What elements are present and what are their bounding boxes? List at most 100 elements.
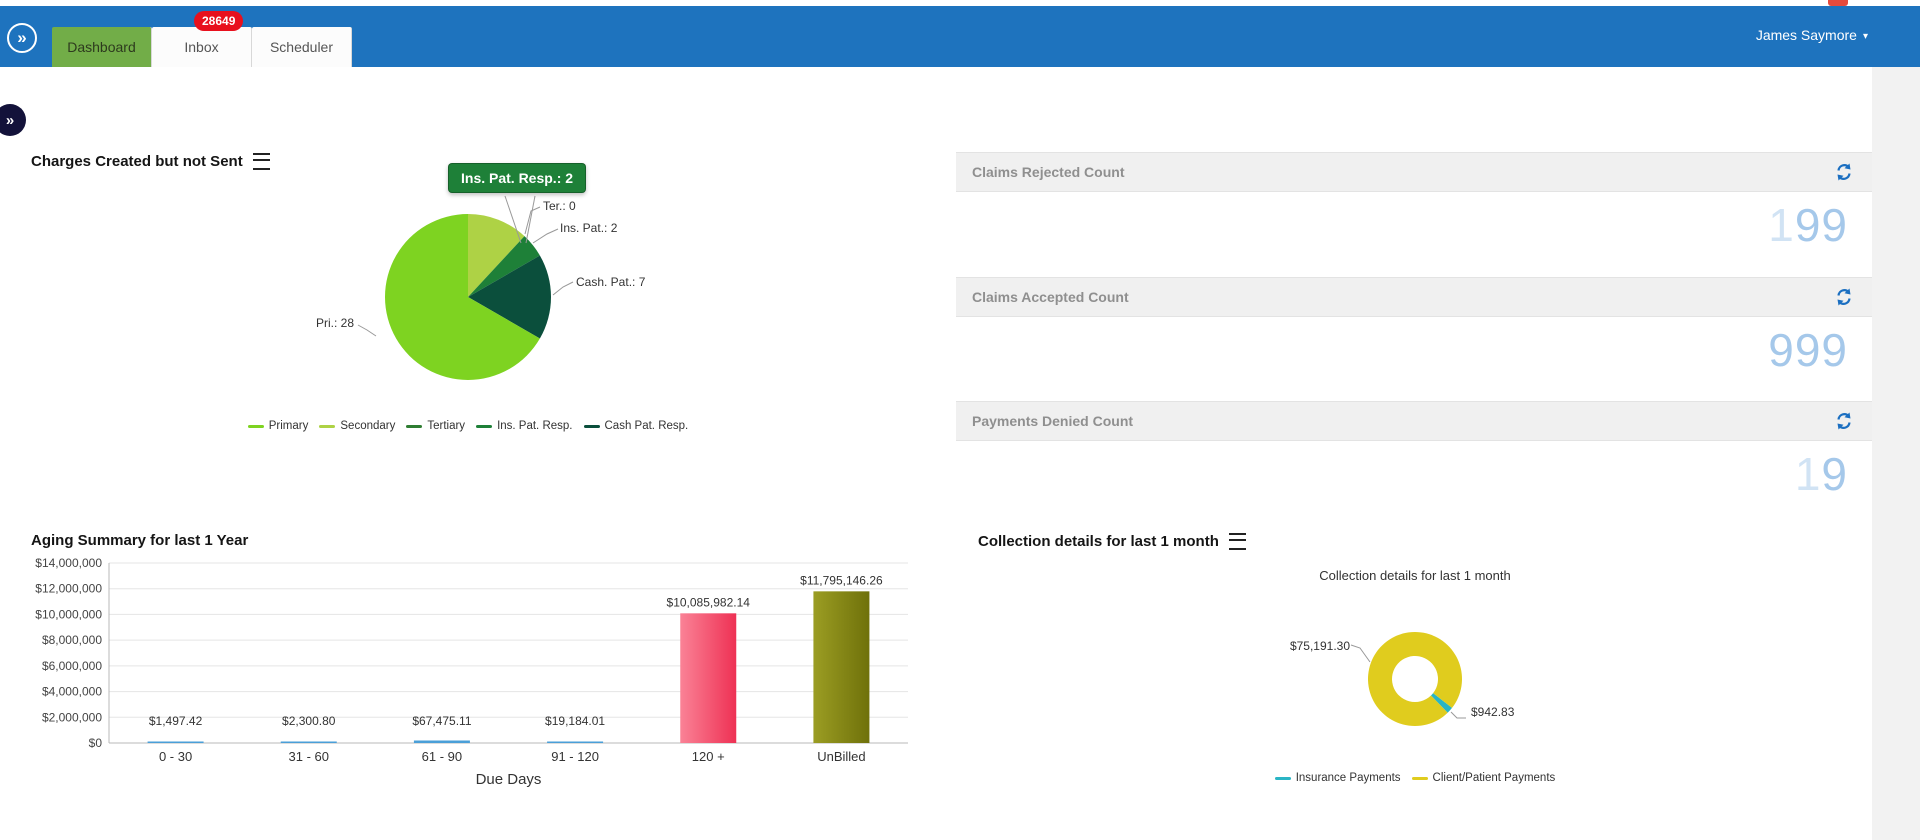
donut-legend: Insurance Payments Client/Patient Payment… bbox=[1245, 772, 1585, 784]
refresh-icon[interactable] bbox=[1834, 162, 1854, 182]
legend-swatch bbox=[476, 424, 493, 428]
panel-count: 99 bbox=[1794, 199, 1848, 251]
tab-inbox[interactable]: Inbox bbox=[152, 27, 252, 67]
svg-text:$2,300.80: $2,300.80 bbox=[282, 714, 336, 728]
svg-text:91 - 120: 91 - 120 bbox=[551, 749, 599, 764]
svg-text:$6,000,000: $6,000,000 bbox=[42, 659, 102, 673]
svg-text:61 - 90: 61 - 90 bbox=[422, 749, 462, 764]
aging-bar-chart[interactable]: $0 $2,000,000 $4,000,000 $6,000,000 $8,000,0… bbox=[30, 554, 920, 804]
section-title-text: Charges Created but not Sent bbox=[31, 153, 243, 170]
panel-value: 999 bbox=[956, 317, 1872, 373]
pie-callout-tertiary: Ter.: 0 bbox=[543, 199, 576, 213]
menu-icon[interactable] bbox=[252, 153, 270, 170]
aging-title-row: Aging Summary for last 1 Year bbox=[31, 532, 248, 549]
legend-item[interactable]: Ins. Pat. Resp. bbox=[476, 420, 573, 432]
panel-header: Claims Accepted Count bbox=[956, 277, 1872, 317]
legend-swatch bbox=[319, 424, 336, 428]
panel-header: Payments Denied Count bbox=[956, 401, 1872, 441]
svg-text:$67,475.11: $67,475.11 bbox=[412, 714, 471, 728]
svg-text:$2,000,000: $2,000,000 bbox=[42, 710, 102, 724]
svg-text:$11,795,146.26: $11,795,146.26 bbox=[800, 573, 883, 587]
svg-text:UnBilled: UnBilled bbox=[817, 749, 865, 764]
refresh-icon[interactable] bbox=[1834, 411, 1854, 431]
legend-swatch bbox=[583, 424, 600, 428]
legend-label: Primary bbox=[268, 420, 309, 432]
pie-callout-cash-pat: Cash. Pat.: 7 bbox=[576, 275, 646, 289]
panel-ghost-digit: 1 bbox=[1768, 199, 1795, 251]
svg-text:$10,085,982.14: $10,085,982.14 bbox=[667, 595, 751, 609]
refresh-icon[interactable] bbox=[1834, 287, 1854, 307]
svg-text:$12,000,000: $12,000,000 bbox=[35, 582, 102, 596]
tab-label: Inbox bbox=[184, 39, 219, 55]
donut-chart-title: Collection details for last 1 month bbox=[1319, 568, 1511, 583]
legend-swatch bbox=[406, 424, 423, 428]
panel-ghost-digit: 1 bbox=[1794, 448, 1822, 500]
svg-text:$14,000,000: $14,000,000 bbox=[35, 556, 102, 570]
user-menu[interactable]: James Saymore ▾ bbox=[1756, 27, 1868, 43]
panel-count: 9 bbox=[1821, 448, 1848, 500]
pie-callout-primary: Pri.: 28 bbox=[316, 316, 355, 330]
panel-payments-denied: Payments Denied Count 19 bbox=[956, 401, 1872, 497]
user-name: James Saymore bbox=[1755, 27, 1857, 43]
section-title-text: Collection details for last 1 month bbox=[978, 533, 1219, 550]
svg-text:0 - 30: 0 - 30 bbox=[159, 749, 192, 764]
sidebar-expander-button[interactable]: » bbox=[0, 104, 26, 136]
svg-text:$8,000,000: $8,000,000 bbox=[42, 633, 102, 647]
legend-label: Secondary bbox=[340, 420, 396, 432]
legend-swatch bbox=[1411, 776, 1428, 780]
collection-title-row: Collection details for last 1 month bbox=[978, 533, 1246, 550]
menu-icon[interactable] bbox=[1228, 533, 1246, 550]
legend-item[interactable]: Tertiary bbox=[406, 420, 465, 432]
svg-text:Due Days: Due Days bbox=[476, 771, 542, 788]
panel-title: Claims Rejected Count bbox=[972, 164, 1125, 180]
legend-item[interactable]: Secondary bbox=[319, 420, 395, 432]
legend-item[interactable]: Client/Patient Payments bbox=[1411, 772, 1556, 784]
panel-count: 999 bbox=[1768, 324, 1848, 376]
tab-bar: Dashboard Inbox Scheduler bbox=[52, 27, 352, 67]
tab-dashboard[interactable]: Dashboard bbox=[52, 27, 152, 67]
double-arrow-icon: » bbox=[5, 111, 15, 129]
page-gutter bbox=[1872, 67, 1920, 840]
legend-swatch bbox=[1274, 776, 1291, 780]
pie-legend: Primary Secondary Tertiary Ins. Pat. Resp. C… bbox=[238, 420, 698, 432]
panel-claims-accepted: Claims Accepted Count 999 bbox=[956, 277, 1872, 373]
top-navigation-bar: » Dashboard Inbox Scheduler 28649 James … bbox=[0, 6, 1920, 67]
pie-callout-ins-pat: Ins. Pat.: 2 bbox=[560, 221, 618, 235]
panel-title: Claims Accepted Count bbox=[972, 289, 1129, 305]
svg-text:$0: $0 bbox=[89, 736, 103, 750]
panel-value: 19 bbox=[956, 441, 1872, 497]
legend-swatch bbox=[247, 424, 264, 428]
donut-callout-insurance: $942.83 bbox=[1471, 705, 1515, 719]
svg-text:$1,497.42: $1,497.42 bbox=[149, 714, 203, 728]
legend-label: Insurance Payments bbox=[1295, 772, 1401, 784]
panel-title: Payments Denied Count bbox=[972, 413, 1134, 429]
chart-tooltip: Ins. Pat. Resp.: 2 bbox=[448, 163, 587, 193]
panel-claims-rejected: Claims Rejected Count 199 bbox=[956, 152, 1872, 248]
dashboard-page: { "colors": { "header_blue": "#1e73be", … bbox=[0, 0, 1920, 840]
legend-item[interactable]: Insurance Payments bbox=[1274, 772, 1401, 784]
section-title-text: Aging Summary for last 1 Year bbox=[31, 532, 249, 549]
nav-forward-button[interactable]: » bbox=[7, 23, 37, 53]
svg-text:$19,184.01: $19,184.01 bbox=[545, 714, 605, 728]
charges-title-row: Charges Created but not Sent bbox=[31, 153, 270, 170]
double-arrow-icon: » bbox=[17, 28, 27, 47]
inbox-count-badge: 28649 bbox=[194, 11, 244, 31]
svg-text:$10,000,000: $10,000,000 bbox=[35, 607, 102, 621]
caret-down-icon: ▾ bbox=[1862, 30, 1868, 42]
svg-text:$4,000,000: $4,000,000 bbox=[42, 685, 102, 699]
legend-label: Client/Patient Payments bbox=[1432, 772, 1556, 784]
panel-value: 199 bbox=[956, 192, 1872, 248]
legend-item[interactable]: Cash Pat. Resp. bbox=[583, 420, 689, 432]
svg-text:120 +: 120 + bbox=[692, 749, 725, 764]
panel-header: Claims Rejected Count bbox=[956, 152, 1872, 192]
legend-label: Cash Pat. Resp. bbox=[604, 420, 689, 432]
collection-donut-chart[interactable] bbox=[1265, 585, 1565, 770]
legend-label: Tertiary bbox=[427, 420, 466, 432]
donut-callout-client: $75,191.30 bbox=[1289, 639, 1350, 653]
tab-label: Dashboard bbox=[67, 39, 136, 55]
legend-label: Ins. Pat. Resp. bbox=[497, 420, 573, 432]
tab-scheduler[interactable]: Scheduler bbox=[252, 27, 352, 67]
legend-item[interactable]: Primary bbox=[247, 420, 309, 432]
tab-label: Scheduler bbox=[269, 39, 334, 55]
svg-text:31 - 60: 31 - 60 bbox=[289, 749, 329, 764]
